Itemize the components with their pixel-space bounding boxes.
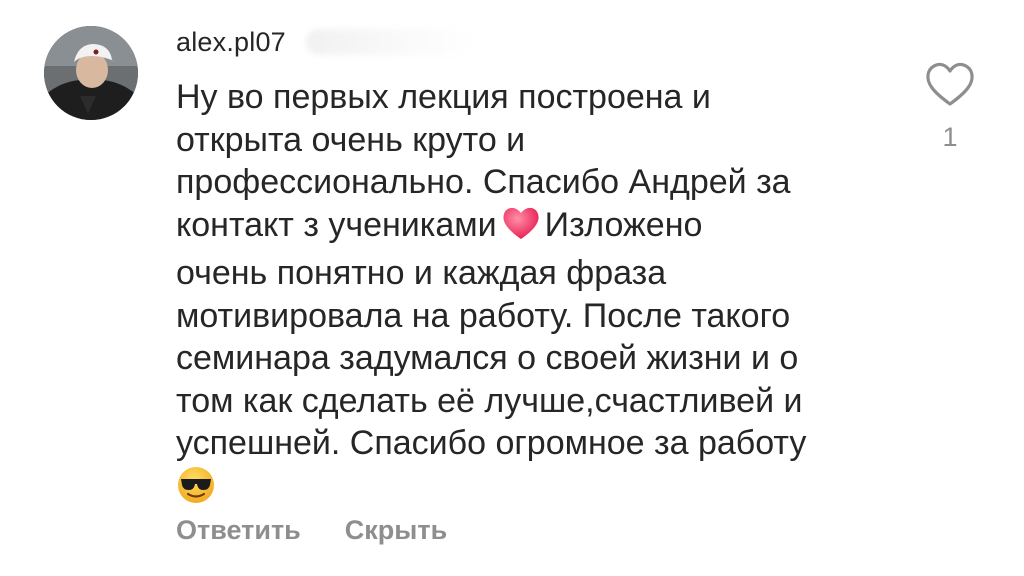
- comment-item: alex.pl07 Ну во первых лекция построена …: [0, 0, 1024, 576]
- username[interactable]: alex.pl07: [176, 27, 286, 58]
- heart-emoji-icon: [501, 204, 541, 253]
- like-area: 1: [922, 60, 978, 153]
- comment-line: открыта очень круто и: [176, 120, 526, 159]
- comment-line: том как сделать её лучше,счастливей и: [176, 381, 803, 420]
- sunglasses-smiley-emoji-icon: [176, 465, 216, 516]
- hide-button[interactable]: Скрыть: [345, 515, 447, 546]
- comment-line: семинара задумался о своей жизни и о: [176, 339, 799, 377]
- comment-line: Ну во первых лекция построена и: [176, 78, 711, 116]
- reply-button[interactable]: Ответить: [176, 515, 301, 546]
- comment-line-part: Изложено: [544, 205, 703, 244]
- comment-line: профессионально. Спасибо Андрей за: [176, 163, 791, 201]
- comment-line-part: контакт з учениками: [176, 205, 497, 244]
- comment-line-with-emoji: контакт з учениками Изложено: [176, 204, 876, 253]
- username-row: alex.pl07: [176, 22, 476, 62]
- blurred-meta: [305, 29, 476, 55]
- avatar[interactable]: [44, 26, 138, 120]
- avatar-photo-icon: [44, 26, 138, 120]
- comment-text: Ну во первых лекция построена и открыта …: [176, 76, 876, 515]
- comment-line: мотивировала на работу. После такого: [176, 296, 791, 335]
- emoji-line: [176, 465, 876, 516]
- comment-line: успешней. Спасибо огромное за работу: [176, 424, 807, 462]
- comment-actions: Ответить Скрыть: [176, 515, 447, 546]
- heart-outline-icon[interactable]: [922, 60, 978, 110]
- like-count: 1: [942, 122, 958, 152]
- comment-line: очень понятно и каждая фраза: [176, 254, 667, 292]
